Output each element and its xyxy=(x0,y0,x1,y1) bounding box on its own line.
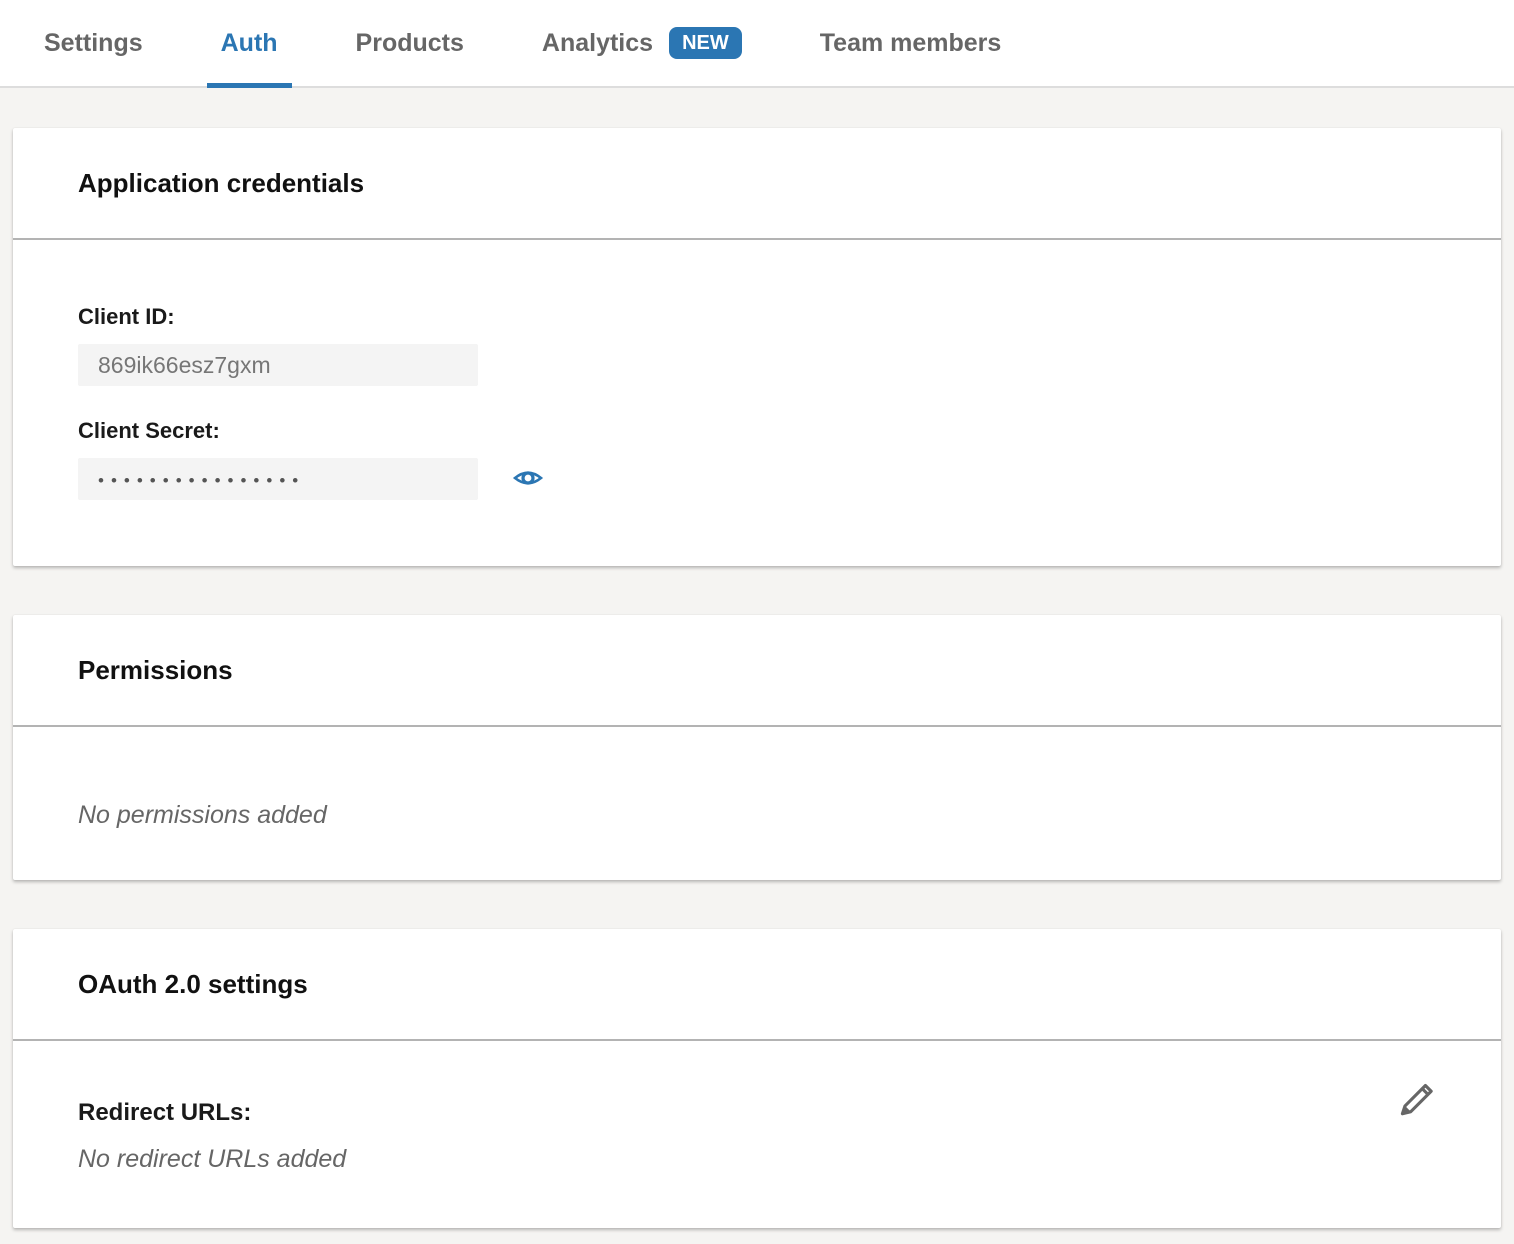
application-credentials-title: Application credentials xyxy=(78,168,364,199)
tab-auth[interactable]: Auth xyxy=(207,0,292,86)
tab-auth-label: Auth xyxy=(221,29,278,58)
client-id-value: 869ik66esz7gxm xyxy=(78,344,478,386)
oauth-settings-title: OAuth 2.0 settings xyxy=(78,969,308,1000)
edit-redirect-urls-button[interactable] xyxy=(1393,1073,1439,1122)
permissions-card: Permissions No permissions added xyxy=(13,615,1501,880)
client-secret-label: Client Secret: xyxy=(78,418,1436,444)
permissions-title: Permissions xyxy=(78,655,233,686)
main-content: Application credentials Client ID: 869ik… xyxy=(0,88,1514,1228)
reveal-secret-button[interactable] xyxy=(512,462,544,497)
tab-settings[interactable]: Settings xyxy=(30,0,157,86)
no-permissions-text: No permissions added xyxy=(78,801,1436,830)
tab-analytics-label: Analytics xyxy=(542,29,653,58)
application-credentials-body: Client ID: 869ik66esz7gxm Client Secret:… xyxy=(13,240,1501,566)
tab-bar: Settings Auth Products Analytics NEW Tea… xyxy=(0,0,1514,88)
permissions-body: No permissions added xyxy=(13,727,1501,880)
oauth-settings-body: Redirect URLs: No redirect URLs added xyxy=(13,1041,1501,1228)
tab-products-label: Products xyxy=(356,29,464,58)
permissions-header: Permissions xyxy=(13,615,1501,727)
client-id-label: Client ID: xyxy=(78,304,1436,330)
oauth-settings-header: OAuth 2.0 settings xyxy=(13,929,1501,1041)
no-redirect-urls-text: No redirect URLs added xyxy=(78,1145,1436,1174)
tab-team-members-label: Team members xyxy=(820,29,1002,58)
new-badge: NEW xyxy=(669,27,742,59)
tab-settings-label: Settings xyxy=(44,29,143,58)
eye-icon xyxy=(512,462,544,497)
redirect-urls-label: Redirect URLs: xyxy=(78,1099,1436,1127)
client-secret-row: •••••••••••••••• xyxy=(78,458,1436,500)
application-credentials-header: Application credentials xyxy=(13,128,1501,240)
application-credentials-card: Application credentials Client ID: 869ik… xyxy=(13,128,1501,566)
oauth-settings-card: OAuth 2.0 settings Redirect URLs: No red… xyxy=(13,929,1501,1228)
tab-products[interactable]: Products xyxy=(342,0,478,86)
pencil-icon xyxy=(1393,1107,1439,1122)
tab-team-members[interactable]: Team members xyxy=(806,0,1016,86)
tab-analytics[interactable]: Analytics NEW xyxy=(528,0,756,86)
client-secret-masked-value: •••••••••••••••• xyxy=(78,458,478,500)
